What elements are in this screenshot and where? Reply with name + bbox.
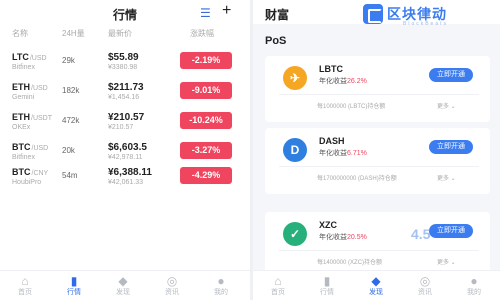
dash-coin-icon: D [283, 138, 307, 162]
market-icon: ▮ [70, 274, 78, 288]
market-screen: 行情 ☰ + 名称 24H量 最新价 涨跌幅 LTC/USD Bitfinex … [0, 0, 250, 300]
fiat-price: ¥210.57 [108, 124, 134, 131]
market-row[interactable]: LTC/USD Bitfinex 29k $55.89 ¥3380.98 -2.… [0, 48, 250, 78]
market-title: 行情 [112, 8, 137, 22]
change-badge[interactable]: -4.29% [180, 167, 232, 184]
market-row[interactable]: ETH/USD Gemini 182k $211.73 ¥1,454.16 -9… [0, 78, 250, 108]
volume: 20k [62, 146, 75, 155]
col-volume[interactable]: 24H量 [62, 28, 85, 39]
change-badge[interactable]: -10.24% [180, 112, 232, 129]
compass-icon: ◎ [166, 274, 178, 288]
exchange-name: Bitfinex [12, 154, 35, 161]
coin-name: ETH/USD [12, 82, 48, 92]
price: $6,603.5 [108, 142, 147, 153]
section-title: PoS [265, 35, 287, 47]
xzc-coin-icon: ✓ [283, 222, 307, 246]
tab-market[interactable]: ▮ 行情 [59, 274, 89, 298]
wealth-header: 财富 区块律动 BlockBeats [253, 0, 500, 27]
volume: 182k [62, 86, 80, 95]
user-icon: ● [470, 274, 478, 288]
coin-name: ETH/USDT [12, 112, 52, 122]
exchange-name: Bitfinex [12, 64, 35, 71]
fiat-price: ¥42,061.33 [108, 179, 144, 186]
coin-name: LTC/USD [12, 52, 47, 62]
divider [279, 166, 479, 167]
activate-button[interactable]: 立即开通 [429, 224, 473, 238]
yield-text: 年化收益20.5% [319, 234, 367, 241]
home-icon: ⌂ [274, 274, 282, 288]
add-icon[interactable]: + [222, 2, 231, 20]
coin-name: XZC [319, 220, 337, 230]
column-headers: 名称 24H量 最新价 涨跌幅 [0, 28, 250, 42]
pos-card[interactable]: D DASH 年化收益6.71% 立即开通 每1700000000 (DASH)… [265, 128, 490, 194]
wealth-title: 财富 [265, 8, 290, 22]
exchange-name: HoubiPro [12, 179, 42, 186]
price: $211.73 [108, 82, 144, 93]
change-badge[interactable]: -2.19% [180, 52, 232, 69]
fiat-price: ¥3380.98 [108, 64, 138, 71]
pos-card[interactable]: ✈ LBTC 年化收益26.2% 立即开通 每1000000 (LBTC)持仓额… [265, 56, 490, 122]
tab-discover[interactable]: ◆ 发现 [361, 274, 391, 298]
pos-card[interactable]: ✓ XZC 年化收益20.5% 立即开通 每1400000 (XZC)持仓额 更… [265, 212, 490, 278]
divider [279, 94, 479, 95]
min-holding: 每1000000 (LBTC)持仓额 [317, 104, 386, 110]
activate-button[interactable]: 立即开通 [429, 140, 473, 154]
volume: 472k [62, 116, 80, 125]
yield-text: 年化收益6.71% [319, 150, 367, 157]
compass-icon: ◎ [419, 274, 431, 288]
more-link[interactable]: 更多 ⌄ [437, 101, 456, 110]
logo-icon [363, 4, 383, 24]
fiat-price: ¥42,978.11 [108, 154, 143, 161]
col-name[interactable]: 名称 [12, 28, 28, 39]
price: $55.89 [108, 52, 139, 63]
min-holding: 每1400000 (XZC)持仓额 [317, 260, 383, 266]
coin-name: BTC/CNY [12, 167, 49, 177]
tab-profile[interactable]: ● 我的 [459, 274, 489, 298]
tab-discover[interactable]: ◆ 发现 [108, 274, 138, 298]
coin-name: LBTC [319, 64, 343, 74]
bottom-tab-bar: ⌂ 首页 ▮ 行情 ◆ 发现 ◎ 资讯 ● 我的 [0, 270, 250, 300]
more-link[interactable]: 更多 ⌄ [437, 173, 456, 182]
activate-button[interactable]: 立即开通 [429, 68, 473, 82]
volume: 54m [62, 171, 78, 180]
tab-news[interactable]: ◎ 资讯 [157, 274, 187, 298]
watermark: 4.5 [411, 226, 431, 242]
market-icon: ▮ [323, 274, 331, 288]
tab-market[interactable]: ▮ 行情 [312, 274, 342, 298]
market-row[interactable]: BTC/CNY HoubiPro 54m ¥6,388.11 ¥42,061.3… [0, 163, 250, 193]
price: ¥210.57 [108, 112, 145, 123]
diamond-icon: ◆ [371, 274, 381, 288]
more-link[interactable]: 更多 ⌄ [437, 257, 456, 266]
col-price[interactable]: 最新价 [108, 28, 132, 39]
market-header: 行情 ☰ + [0, 0, 250, 26]
change-badge[interactable]: -3.27% [180, 142, 232, 159]
col-change[interactable]: 涨跌幅 [190, 28, 214, 39]
diamond-icon: ◆ [118, 274, 128, 288]
coin-name: BTC/USD [12, 142, 49, 152]
tab-news[interactable]: ◎ 资讯 [410, 274, 440, 298]
wealth-screen: 财富 区块律动 BlockBeats PoS ✈ LBTC 年化收益26.2% … [253, 0, 500, 300]
filter-icon[interactable]: ☰ [200, 6, 211, 20]
change-badge[interactable]: -9.01% [180, 82, 232, 99]
exchange-name: Gemini [12, 94, 35, 101]
tab-home[interactable]: ⌂ 首页 [263, 274, 293, 298]
divider [279, 250, 479, 251]
lbtc-coin-icon: ✈ [283, 66, 307, 90]
price: ¥6,388.11 [108, 167, 152, 178]
home-icon: ⌂ [21, 274, 29, 288]
yield-text: 年化收益26.2% [319, 78, 367, 85]
market-row[interactable]: ETH/USDT OKEx 472k ¥210.57 ¥210.57 -10.2… [0, 108, 250, 138]
exchange-name: OKEx [12, 124, 31, 131]
coin-name: DASH [319, 136, 345, 146]
volume: 29k [62, 56, 75, 65]
tab-home[interactable]: ⌂ 首页 [10, 274, 40, 298]
fiat-price: ¥1,454.16 [108, 94, 140, 101]
bottom-tab-bar: ⌂ 首页 ▮ 行情 ◆ 发现 ◎ 资讯 ● 我的 [253, 270, 500, 300]
logo-subtext: BlockBeats [403, 21, 449, 27]
min-holding: 每1700000000 (DASH)持仓额 [317, 176, 397, 182]
tab-profile[interactable]: ● 我的 [206, 274, 236, 298]
user-icon: ● [217, 274, 225, 288]
